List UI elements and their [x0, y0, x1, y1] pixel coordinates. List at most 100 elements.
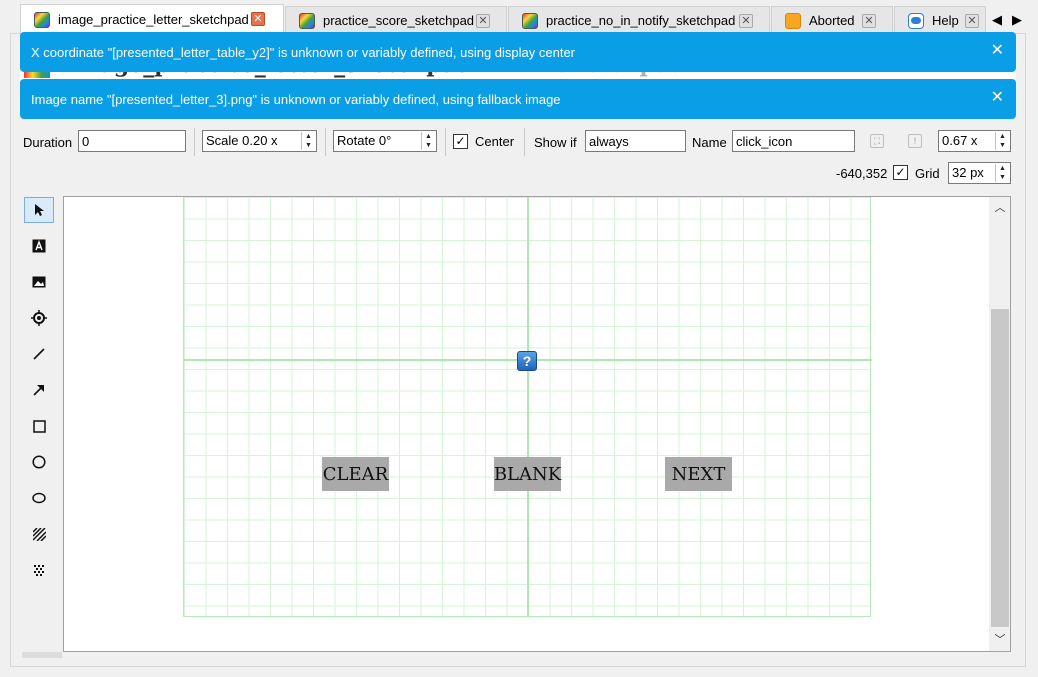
fixdot-icon [31, 310, 47, 326]
tab-practice-score-sketchpad[interactable]: practice_score_sketchpad ✕ [285, 6, 507, 34]
grid-label: Grid [915, 166, 940, 181]
tab-label: practice_score_sketchpad [323, 13, 475, 28]
image-icon [32, 276, 46, 288]
close-tab-icon[interactable]: ✕ [251, 12, 265, 26]
noise-patch-icon [33, 564, 44, 576]
tab-bar: image_practice_letter_sketchpad ✕ practi… [0, 0, 1038, 34]
rect-tool[interactable] [24, 413, 54, 439]
spin-arrows[interactable]: ▲ ▼ [995, 164, 1009, 182]
select-tool[interactable] [24, 197, 54, 223]
tab-label: practice_no_in_notify_sketchpad [546, 13, 736, 28]
notification-image-name: Image name "[presented_letter_3].png" is… [20, 79, 1016, 119]
warning-icon[interactable]: ! [908, 134, 922, 148]
clear-button-element[interactable]: CLEAR [322, 457, 389, 491]
next-button-element[interactable]: NEXT [665, 457, 732, 491]
spin-down-icon: ▼ [305, 142, 312, 149]
tab-help[interactable]: Help ✕ [894, 6, 986, 34]
vertical-axis [527, 197, 529, 617]
grid-size-spinbox[interactable]: 32 px ▲ ▼ [948, 162, 1011, 184]
separator [325, 128, 326, 156]
show-if-input[interactable] [585, 130, 686, 152]
spin-up-icon: ▲ [999, 165, 1006, 172]
sketchpad-icon [299, 12, 315, 29]
tab-label: image_practice_letter_sketchpad [58, 12, 249, 27]
separator [194, 128, 195, 156]
notification-text: X coordinate "[presented_letter_table_y2… [31, 44, 576, 60]
spin-down-icon: ▼ [999, 174, 1006, 181]
spin-up-icon: ▲ [425, 133, 432, 140]
name-label: Name [692, 135, 727, 150]
rotate-value: Rotate 0° [337, 133, 392, 148]
ellipse-icon [32, 492, 46, 504]
show-if-label: Show if [534, 135, 577, 150]
sketchpad-canvas[interactable]: CLEAR BLANK NEXT ? ︿ ﹀ [63, 196, 1011, 652]
spin-up-icon: ▲ [305, 133, 312, 140]
separator [524, 128, 525, 156]
blank-button-element[interactable]: BLANK [494, 457, 561, 491]
scroll-up-icon[interactable]: ︿ [989, 199, 1010, 217]
sketchpad-icon [522, 12, 538, 29]
spin-arrows[interactable]: ▲ ▼ [421, 132, 435, 150]
cursor-coordinates: -640,352 [836, 166, 888, 181]
spin-up-icon: ▲ [999, 133, 1006, 140]
fullscreen-icon[interactable]: ⛶ [870, 134, 884, 148]
tab-label: Help [932, 13, 959, 28]
notification-x-coordinate: X coordinate "[presented_letter_table_y2… [20, 32, 1016, 72]
center-checkbox[interactable]: ✓ [453, 134, 468, 149]
line-icon [33, 348, 45, 360]
tab-image-practice-letter-sketchpad[interactable]: image_practice_letter_sketchpad ✕ [20, 4, 284, 34]
scale-spinbox[interactable]: Scale 0.20 x ▲ ▼ [202, 130, 317, 152]
tab-practice-no-in-notify-sketchpad[interactable]: practice_no_in_notify_sketchpad ✕ [508, 6, 770, 34]
aborted-icon [785, 12, 801, 29]
arrow-diagonal-icon [33, 385, 44, 396]
horizontal-scrollbar[interactable] [22, 652, 62, 658]
line-tool[interactable] [24, 341, 54, 367]
separator [445, 128, 446, 156]
vertical-scrollbar[interactable]: ︿ ﹀ [989, 197, 1010, 651]
close-icon[interactable]: ✕ [991, 43, 1004, 59]
duration-input[interactable] [78, 130, 186, 152]
gabor-tool[interactable] [24, 521, 54, 547]
ellipse-tool[interactable] [24, 485, 54, 511]
spin-down-icon: ▼ [999, 142, 1006, 149]
close-tab-icon[interactable]: ✕ [862, 14, 876, 28]
close-icon[interactable]: ✕ [991, 90, 1004, 106]
text-a-icon [32, 239, 46, 253]
grid-size-value: 32 px [952, 165, 984, 180]
rotate-spinbox[interactable]: Rotate 0° ▲ ▼ [333, 130, 437, 152]
tab-label: Aborted [809, 13, 855, 28]
spin-arrows[interactable]: ▲ ▼ [301, 132, 315, 150]
arrow-pointer-icon [35, 204, 44, 216]
grid-checkbox[interactable]: ✓ [893, 165, 908, 180]
tab-aborted[interactable]: Aborted ✕ [771, 6, 893, 34]
image-tool[interactable] [24, 269, 54, 295]
scroll-down-icon[interactable]: ﹀ [989, 631, 1010, 649]
rectangle-icon [32, 419, 46, 433]
close-tab-icon[interactable]: ✕ [739, 14, 753, 28]
close-tab-icon[interactable]: ✕ [476, 14, 490, 28]
text-tool[interactable] [24, 233, 54, 259]
spin-arrows[interactable]: ▲ ▼ [995, 132, 1009, 150]
notification-text: Image name "[presented_letter_3].png" is… [31, 91, 561, 107]
tab-scroll-right-icon[interactable]: ▶ [1008, 8, 1026, 32]
scrollbar-thumb[interactable] [991, 309, 1009, 627]
fixdot-tool[interactable] [24, 305, 54, 331]
question-mark-icon[interactable]: ? [517, 351, 537, 371]
zoom-spinbox[interactable]: 0.67 x ▲ ▼ [938, 130, 1011, 152]
duration-label: Duration [23, 135, 73, 150]
spin-down-icon: ▼ [425, 142, 432, 149]
tab-scroll-left-icon[interactable]: ◀ [988, 8, 1006, 32]
center-label: Center [475, 134, 515, 149]
zoom-value: 0.67 x [942, 133, 978, 148]
circle-tool[interactable] [24, 449, 54, 475]
sketchpad-icon [34, 11, 50, 28]
circle-icon [32, 455, 46, 469]
scale-value: Scale 0.20 x [206, 133, 278, 148]
name-input[interactable] [732, 130, 855, 152]
arrow-tool[interactable] [24, 377, 54, 403]
canvas-grid[interactable]: CLEAR BLANK NEXT [183, 197, 872, 617]
gabor-patch-icon [32, 527, 46, 541]
help-cloud-icon [908, 12, 924, 29]
noise-tool[interactable] [24, 557, 54, 583]
close-tab-icon[interactable]: ✕ [965, 14, 979, 28]
